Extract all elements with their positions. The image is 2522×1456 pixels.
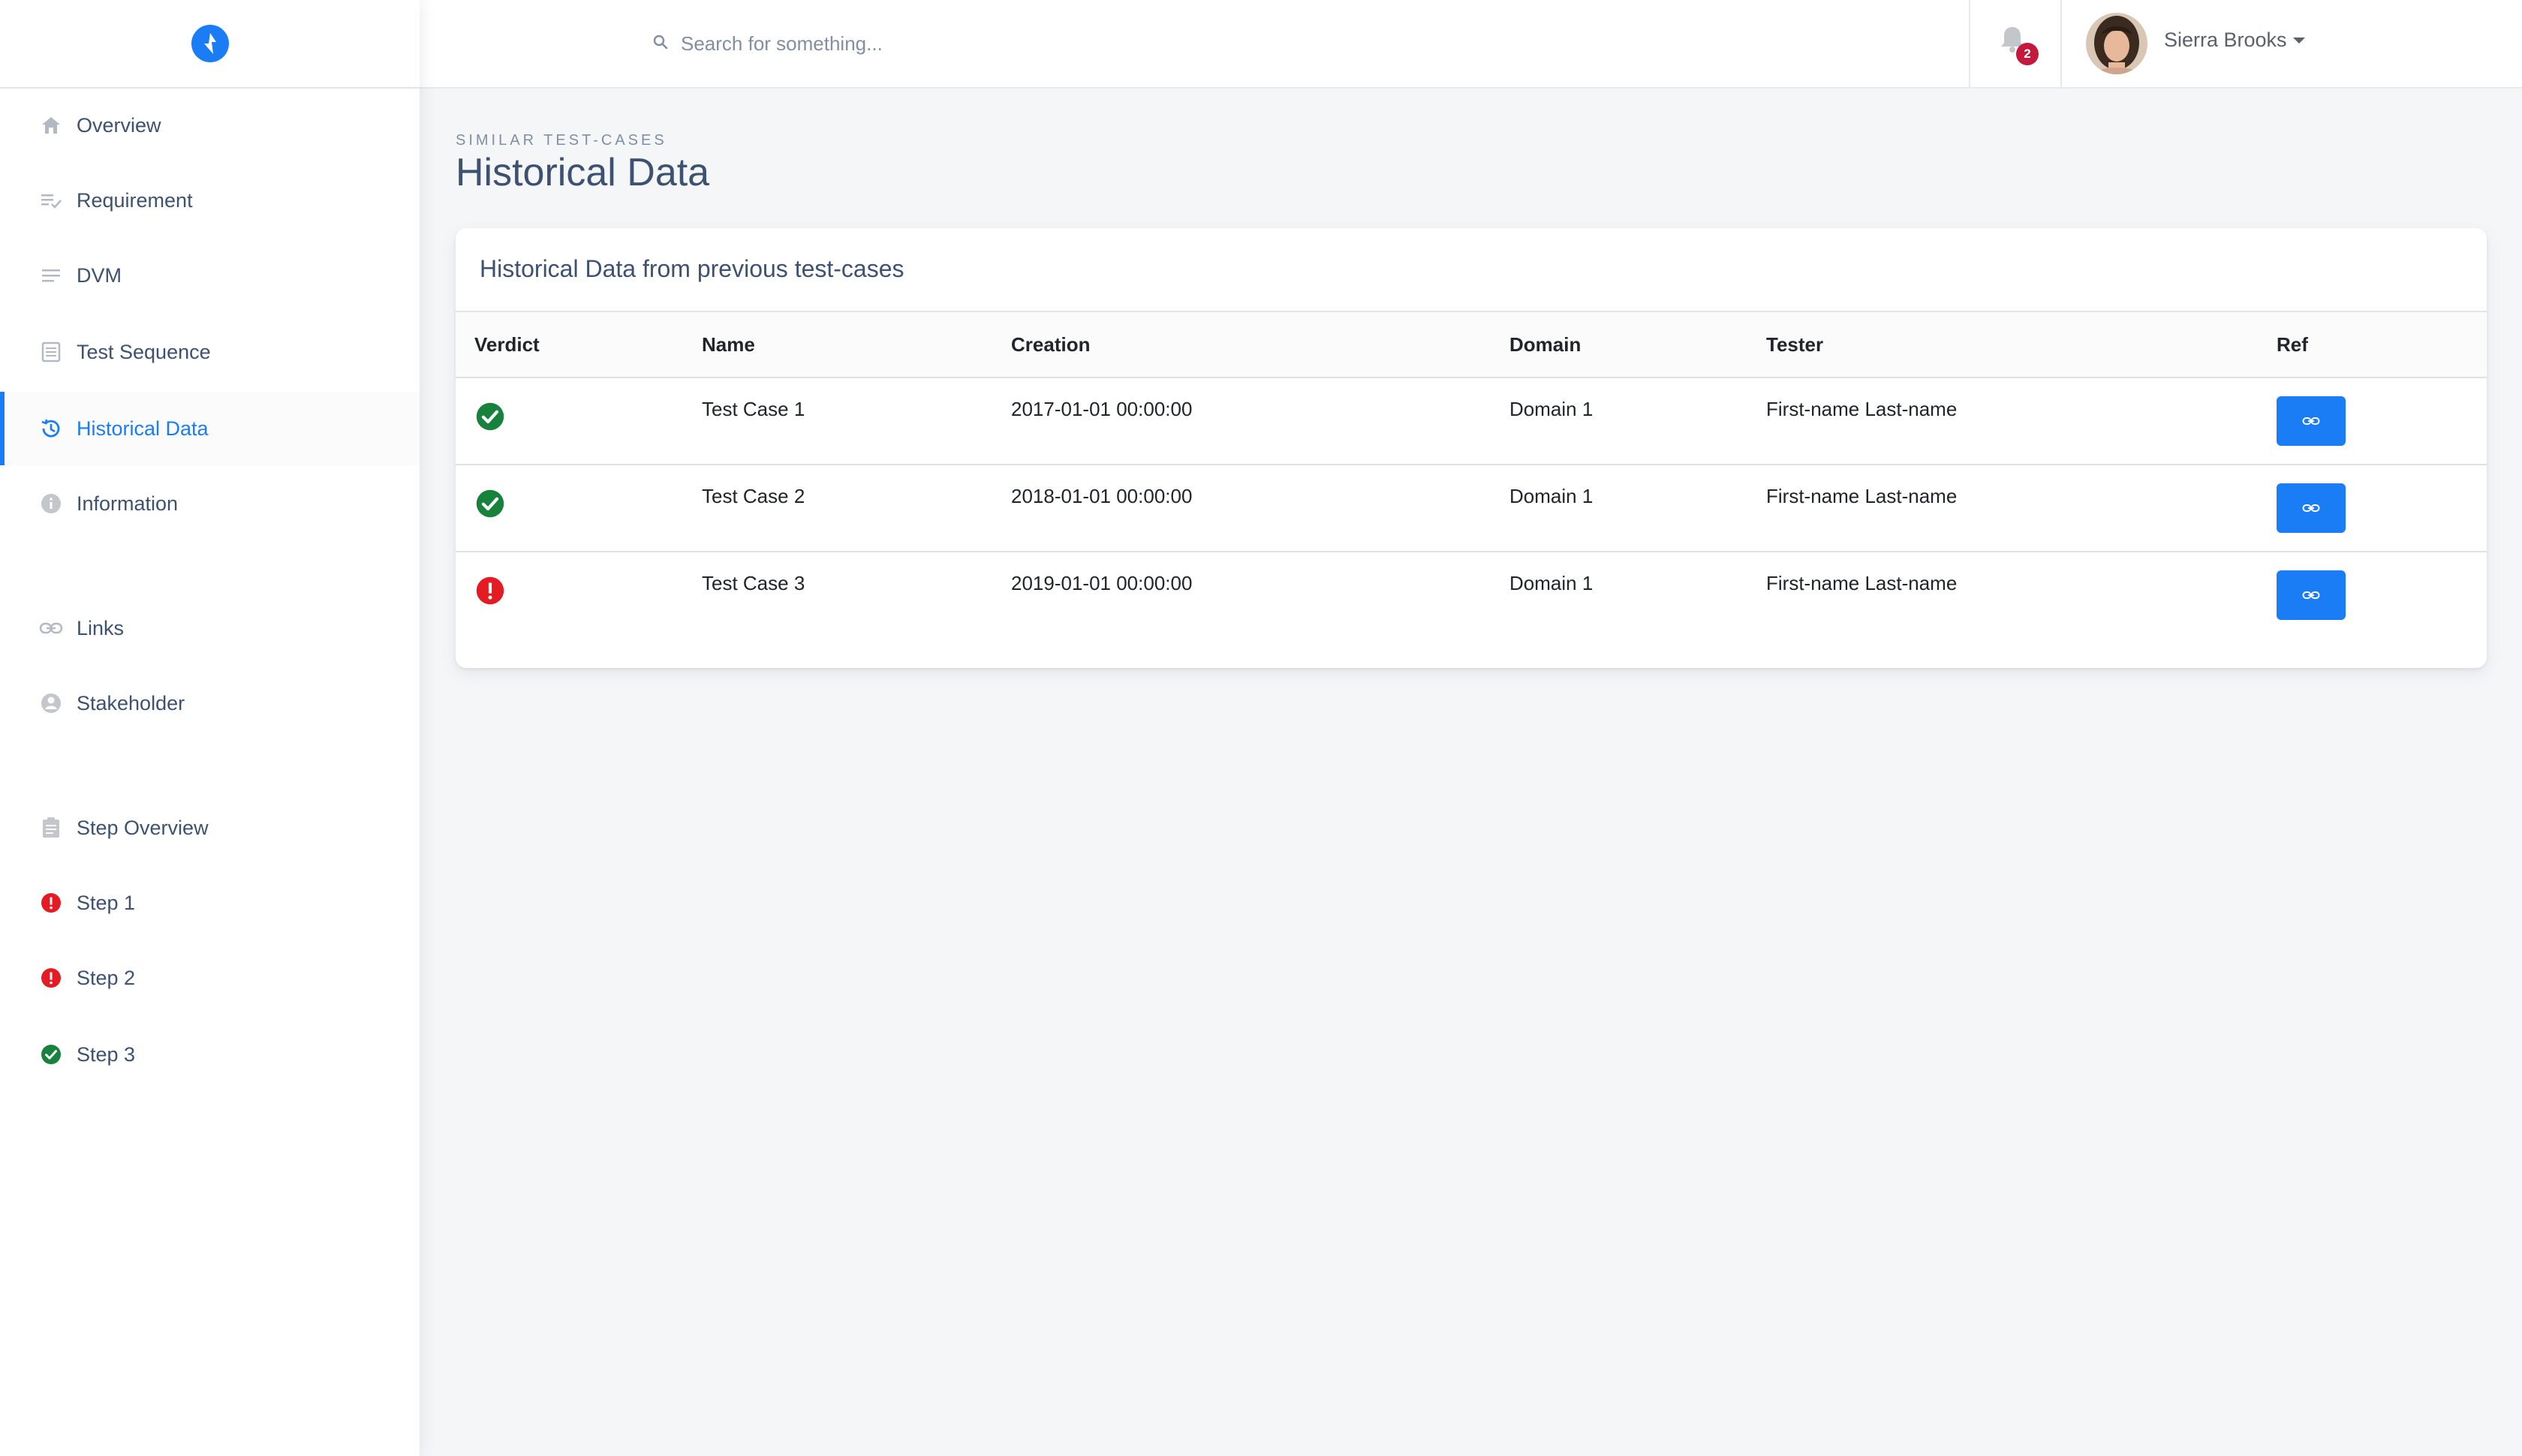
ref-cell — [2277, 552, 2487, 639]
ref-cell — [2277, 465, 2487, 552]
sidebar-item-label: Historical Data — [77, 417, 209, 440]
table-row: Test Case 3 2019-01-01 00:00:00 Domain 1… — [456, 552, 2487, 639]
sidebar-item-overview[interactable]: Overview — [0, 89, 420, 162]
verdict-cell — [456, 552, 702, 639]
page-subtitle: Similar Test-Cases — [456, 132, 667, 149]
tester-cell: First-name Last-name — [1766, 465, 2277, 552]
check-icon — [476, 402, 504, 431]
link-icon — [2302, 591, 2320, 599]
table-row: Test Case 1 2017-01-01 00:00:00 Domain 1… — [456, 378, 2487, 465]
top-navbar: 2 Sierra Brooks — [420, 0, 2522, 89]
sidebar-item-label: Information — [77, 492, 179, 515]
sidebar-item-step-3[interactable]: Step 3 — [0, 1018, 420, 1091]
historical-data-card: Historical Data from previous test-cases… — [456, 228, 2487, 668]
column-header-tester[interactable]: Tester — [1766, 312, 2277, 378]
sidebar-item-dvm[interactable]: DVM — [0, 239, 420, 312]
creation-cell: 2018-01-01 00:00:00 — [1011, 465, 1509, 552]
name-cell: Test Case 2 — [702, 465, 1011, 552]
link-icon — [38, 615, 65, 642]
name-cell: Test Case 1 — [702, 378, 1011, 465]
document-icon — [38, 338, 65, 366]
sidebar-item-step-overview[interactable]: Step Overview — [0, 791, 420, 865]
home-icon — [38, 112, 65, 139]
creation-cell: 2019-01-01 00:00:00 — [1011, 572, 1193, 594]
clipboard-icon — [38, 814, 65, 841]
ref-link-button[interactable] — [2277, 396, 2346, 446]
sidebar-item-requirement[interactable]: Requirement — [0, 164, 420, 237]
link-icon — [2302, 417, 2320, 425]
table-header-row: Verdict Name Creation Domain Tester Ref — [456, 312, 2487, 378]
column-header-domain[interactable]: Domain — [1509, 312, 1766, 378]
search-input[interactable] — [679, 31, 1208, 56]
creation-cell: 2017-01-01 00:00:00 — [1011, 378, 1509, 465]
sidebar: Overview Requirement DVM Test Sequence H… — [0, 0, 420, 1456]
ref-link-button[interactable] — [2277, 570, 2346, 620]
history-icon — [38, 415, 65, 442]
sidebar-item-label: Step Overview — [77, 816, 209, 839]
check-icon — [476, 489, 504, 518]
sidebar-item-label: Step 2 — [77, 966, 136, 989]
column-header-verdict[interactable]: Verdict — [456, 312, 702, 378]
historical-data-table: Verdict Name Creation Domain Tester Ref … — [456, 312, 2487, 639]
search-icon — [652, 34, 669, 54]
tester-cell: First-name Last-name — [1766, 378, 2277, 465]
sidebar-item-label: Step 3 — [77, 1042, 136, 1066]
sidebar-item-label: Overview — [77, 113, 161, 137]
check-icon — [38, 1041, 65, 1068]
sidebar-item-test-sequence[interactable]: Test Sequence — [0, 315, 420, 389]
caret-down-icon — [2292, 37, 2305, 44]
sidebar-item-historical-data[interactable]: Historical Data — [0, 392, 420, 465]
error-icon — [38, 964, 65, 991]
brand[interactable] — [0, 0, 420, 89]
link-icon — [2302, 504, 2320, 512]
error-icon — [476, 576, 504, 605]
error-icon — [38, 889, 65, 916]
user-menu-toggle[interactable]: Sierra Brooks — [2164, 29, 2305, 52]
info-icon — [38, 490, 65, 517]
checklist-icon — [38, 187, 65, 214]
verdict-cell — [456, 465, 702, 552]
sidebar-item-label: Requirement — [77, 188, 193, 212]
navbar-divider — [2060, 0, 2062, 87]
column-header-creation[interactable]: Creation — [1011, 312, 1509, 378]
sidebar-item-label: Step 1 — [77, 891, 136, 914]
lines-icon — [38, 262, 65, 289]
column-header-name[interactable]: Name — [702, 312, 1011, 378]
page-title: Historical Data — [456, 151, 710, 194]
sidebar-item-label: Test Sequence — [77, 340, 211, 363]
avatar[interactable] — [2086, 13, 2147, 74]
user-name: Sierra Brooks — [2164, 29, 2287, 51]
navbar-divider — [1969, 0, 1970, 87]
card-title: Historical Data from previous test-cases — [480, 255, 904, 282]
column-header-ref[interactable]: Ref — [2277, 312, 2487, 378]
sidebar-item-label: Links — [77, 616, 125, 639]
name-cell: Test Case 3 — [702, 572, 805, 594]
ref-cell — [2277, 378, 2487, 465]
sidebar-item-step-1[interactable]: Step 1 — [0, 866, 420, 940]
sidebar-item-information[interactable]: Information — [0, 467, 420, 540]
search-bar[interactable] — [652, 0, 1208, 87]
logo-icon[interactable] — [191, 25, 229, 62]
sidebar-item-links[interactable]: Links — [0, 591, 420, 665]
domain-cell: Domain 1 — [1509, 465, 1766, 552]
notification-badge: 2 — [2016, 43, 2039, 65]
sidebar-item-stakeholder[interactable]: Stakeholder — [0, 666, 420, 740]
sidebar-item-label: DVM — [77, 263, 122, 287]
sidebar-item-step-2[interactable]: Step 2 — [0, 941, 420, 1015]
ref-link-button[interactable] — [2277, 483, 2346, 533]
domain-cell: Domain 1 — [1509, 378, 1766, 465]
domain-cell: Domain 1 — [1509, 572, 1594, 594]
person-icon — [38, 690, 65, 717]
tester-cell: First-name Last-name — [1766, 572, 1958, 594]
sidebar-item-label: Stakeholder — [77, 691, 185, 714]
verdict-cell — [456, 378, 702, 465]
table-row: Test Case 2 2018-01-01 00:00:00 Domain 1… — [456, 465, 2487, 552]
